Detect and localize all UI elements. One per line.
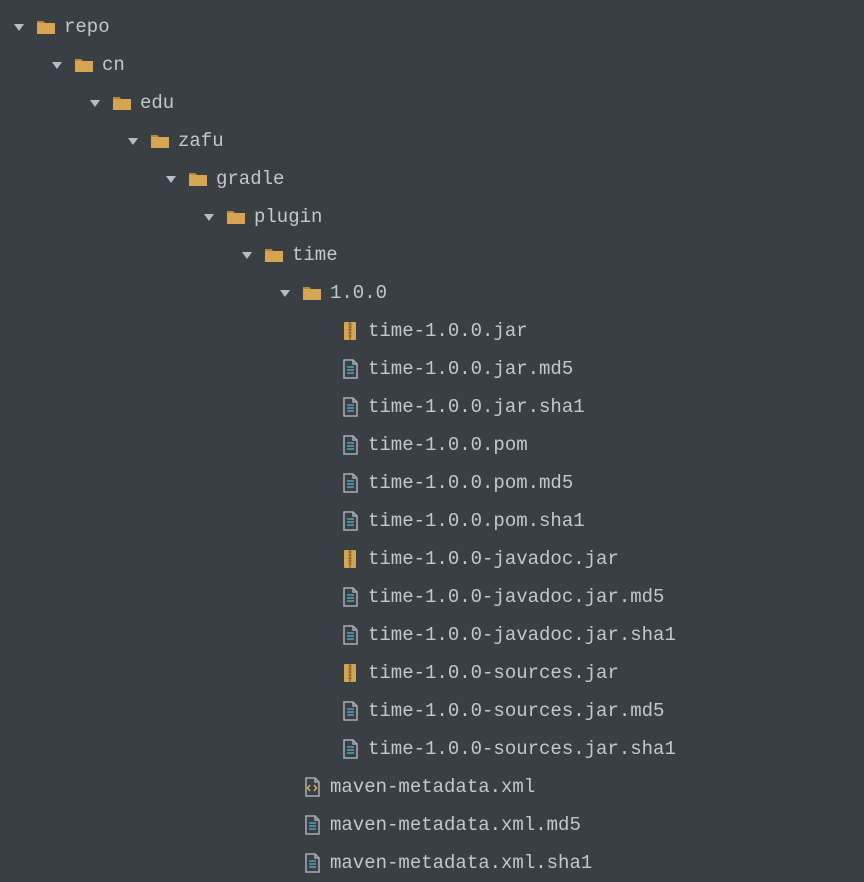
arrow-placeholder <box>312 472 334 494</box>
folder-icon <box>186 167 210 191</box>
tree-row[interactable]: time-1.0.0-javadoc.jar.md5 <box>0 578 864 616</box>
tree-row[interactable]: time-1.0.0-javadoc.jar.sha1 <box>0 616 864 654</box>
tree-item-label: time-1.0.0-sources.jar <box>368 662 619 684</box>
tree-item-label: time <box>292 244 338 266</box>
tree-row[interactable]: zafu <box>0 122 864 160</box>
tree-row[interactable]: maven-metadata.xml <box>0 768 864 806</box>
tree-item-label: time-1.0.0.jar.sha1 <box>368 396 585 418</box>
tree-item-label: time-1.0.0-sources.jar.md5 <box>368 700 664 722</box>
tree-row[interactable]: time-1.0.0.jar <box>0 312 864 350</box>
tree-item-label: time-1.0.0-javadoc.jar.md5 <box>368 586 664 608</box>
archive-icon <box>338 319 362 343</box>
tree-row[interactable]: 1.0.0 <box>0 274 864 312</box>
expand-arrow-icon[interactable] <box>122 130 144 152</box>
arrow-placeholder <box>312 738 334 760</box>
tree-row[interactable]: time-1.0.0-sources.jar.sha1 <box>0 730 864 768</box>
arrow-placeholder <box>312 700 334 722</box>
arrow-placeholder <box>312 510 334 532</box>
tree-item-label: time-1.0.0.jar.md5 <box>368 358 573 380</box>
tree-item-label: time-1.0.0-sources.jar.sha1 <box>368 738 676 760</box>
file-icon <box>338 433 362 457</box>
arrow-placeholder <box>274 814 296 836</box>
file-icon <box>338 699 362 723</box>
expand-arrow-icon[interactable] <box>46 54 68 76</box>
arrow-placeholder <box>312 624 334 646</box>
arrow-placeholder <box>312 320 334 342</box>
arrow-placeholder <box>312 434 334 456</box>
tree-item-label: time-1.0.0.pom.sha1 <box>368 510 585 532</box>
folder-icon <box>224 205 248 229</box>
tree-row[interactable]: repo <box>0 8 864 46</box>
tree-row[interactable]: edu <box>0 84 864 122</box>
tree-row[interactable]: time-1.0.0-sources.jar <box>0 654 864 692</box>
file-icon <box>338 471 362 495</box>
tree-item-label: repo <box>64 16 110 38</box>
xml-icon <box>300 775 324 799</box>
archive-icon <box>338 661 362 685</box>
tree-row[interactable]: time-1.0.0.jar.md5 <box>0 350 864 388</box>
tree-row[interactable]: time-1.0.0-javadoc.jar <box>0 540 864 578</box>
file-icon <box>338 623 362 647</box>
folder-icon <box>72 53 96 77</box>
tree-item-label: time-1.0.0.pom <box>368 434 528 456</box>
tree-item-label: time-1.0.0-javadoc.jar.sha1 <box>368 624 676 646</box>
tree-row[interactable]: time-1.0.0.pom.md5 <box>0 464 864 502</box>
folder-icon <box>110 91 134 115</box>
folder-icon <box>34 15 58 39</box>
tree-row[interactable]: maven-metadata.xml.sha1 <box>0 844 864 882</box>
file-icon <box>338 509 362 533</box>
arrow-placeholder <box>312 662 334 684</box>
tree-item-label: gradle <box>216 168 284 190</box>
file-icon <box>338 395 362 419</box>
tree-item-label: zafu <box>178 130 224 152</box>
folder-icon <box>148 129 172 153</box>
tree-item-label: time-1.0.0.jar <box>368 320 528 342</box>
folder-icon <box>262 243 286 267</box>
tree-item-label: time-1.0.0.pom.md5 <box>368 472 573 494</box>
tree-item-label: maven-metadata.xml.sha1 <box>330 852 592 874</box>
tree-item-label: maven-metadata.xml <box>330 776 535 798</box>
arrow-placeholder <box>274 852 296 874</box>
tree-row[interactable]: maven-metadata.xml.md5 <box>0 806 864 844</box>
tree-row[interactable]: time-1.0.0.pom <box>0 426 864 464</box>
expand-arrow-icon[interactable] <box>160 168 182 190</box>
arrow-placeholder <box>312 358 334 380</box>
tree-row[interactable]: time-1.0.0.jar.sha1 <box>0 388 864 426</box>
expand-arrow-icon[interactable] <box>198 206 220 228</box>
tree-item-label: edu <box>140 92 174 114</box>
expand-arrow-icon[interactable] <box>84 92 106 114</box>
expand-arrow-icon[interactable] <box>8 16 30 38</box>
tree-row[interactable]: time-1.0.0.pom.sha1 <box>0 502 864 540</box>
tree-item-label: cn <box>102 54 125 76</box>
arrow-placeholder <box>312 396 334 418</box>
arrow-placeholder <box>274 776 296 798</box>
file-icon <box>338 357 362 381</box>
file-icon <box>300 851 324 875</box>
arrow-placeholder <box>312 548 334 570</box>
tree-row[interactable]: time-1.0.0-sources.jar.md5 <box>0 692 864 730</box>
tree-row[interactable]: time <box>0 236 864 274</box>
tree-row[interactable]: cn <box>0 46 864 84</box>
tree-row[interactable]: plugin <box>0 198 864 236</box>
file-tree: repo cn edu zafu gradle plugin time 1.0.… <box>0 8 864 882</box>
expand-arrow-icon[interactable] <box>274 282 296 304</box>
file-icon <box>300 813 324 837</box>
tree-item-label: plugin <box>254 206 322 228</box>
arrow-placeholder <box>312 586 334 608</box>
tree-item-label: maven-metadata.xml.md5 <box>330 814 581 836</box>
tree-item-label: 1.0.0 <box>330 282 387 304</box>
folder-icon <box>300 281 324 305</box>
file-icon <box>338 585 362 609</box>
file-icon <box>338 737 362 761</box>
archive-icon <box>338 547 362 571</box>
tree-row[interactable]: gradle <box>0 160 864 198</box>
expand-arrow-icon[interactable] <box>236 244 258 266</box>
tree-item-label: time-1.0.0-javadoc.jar <box>368 548 619 570</box>
